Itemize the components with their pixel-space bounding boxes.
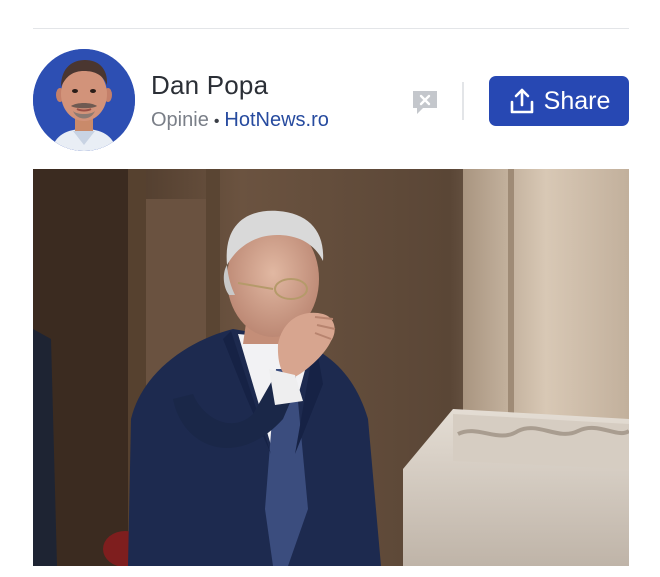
actions-divider xyxy=(462,82,464,120)
author-avatar[interactable] xyxy=(33,49,135,151)
article-photo[interactable] xyxy=(33,169,629,566)
photo-image xyxy=(33,169,629,566)
avatar-photo xyxy=(33,49,135,151)
meta-separator: • xyxy=(213,113,220,130)
article-header: Dan Popa Opinie • HotNews.ro Share xyxy=(0,0,660,577)
section-label[interactable]: Opinie xyxy=(151,109,209,131)
comment-closed-icon[interactable] xyxy=(411,88,439,116)
author-name[interactable]: Dan Popa xyxy=(151,70,268,101)
article-meta: Opinie • HotNews.ro xyxy=(151,109,329,132)
share-button[interactable]: Share xyxy=(489,76,629,126)
source-link[interactable]: HotNews.ro xyxy=(224,109,328,131)
share-upload-icon xyxy=(510,88,533,114)
share-label: Share xyxy=(543,86,611,115)
top-divider xyxy=(33,28,629,29)
